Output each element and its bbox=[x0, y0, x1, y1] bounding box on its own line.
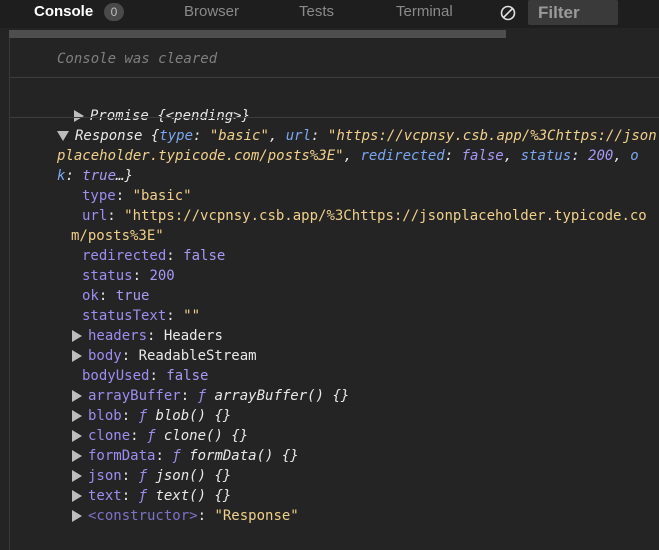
tab-terminal[interactable]: Terminal bbox=[396, 0, 453, 26]
console-cleared-message: Console was cleared bbox=[57, 51, 218, 67]
expand-arrow-icon[interactable] bbox=[72, 470, 82, 482]
prop-url: url: "https://vcpnsy.csb.app/%3Chttps://… bbox=[82, 208, 647, 224]
prop-arrayBuffer[interactable]: arrayBuffer: ƒ arrayBuffer() {} bbox=[72, 386, 349, 406]
collapse-arrow-icon[interactable] bbox=[57, 131, 69, 141]
tab-console[interactable]: Console bbox=[34, 0, 93, 26]
horizontal-scrollbar[interactable] bbox=[9, 30, 506, 38]
prop-text[interactable]: text: ƒ text() {} bbox=[72, 486, 231, 506]
prop-constructor[interactable]: <constructor>: "Response" bbox=[72, 506, 299, 526]
expand-arrow-icon[interactable] bbox=[72, 350, 82, 362]
prop-bodyUsed: bodyUsed: false bbox=[82, 368, 209, 384]
prop-formData[interactable]: formData: ƒ formData() {} bbox=[72, 446, 299, 466]
prop-type: type: "basic" bbox=[82, 188, 192, 204]
devtools-tab-bar: Console 0 Browser Tests Terminal bbox=[0, 0, 659, 28]
expand-arrow-icon[interactable] bbox=[72, 430, 82, 442]
prop-redirected: redirected: false bbox=[82, 248, 226, 264]
prop-statusText: statusText: "" bbox=[82, 308, 201, 324]
expand-arrow-icon[interactable] bbox=[72, 490, 82, 502]
gutter-line bbox=[9, 38, 10, 550]
expand-arrow-icon[interactable] bbox=[72, 330, 82, 342]
divider bbox=[10, 117, 659, 118]
prop-ok: ok: true bbox=[82, 288, 150, 304]
prop-blob[interactable]: blob: ƒ blob() {} bbox=[72, 406, 231, 426]
tab-browser[interactable]: Browser bbox=[184, 0, 239, 26]
expand-arrow-icon[interactable] bbox=[72, 510, 82, 522]
tab-tests[interactable]: Tests bbox=[299, 0, 334, 26]
expand-arrow-icon[interactable] bbox=[73, 110, 84, 122]
filter-input[interactable] bbox=[528, 0, 618, 25]
prop-url-wrap: m/posts%3E" bbox=[71, 228, 164, 244]
prop-clone[interactable]: clone: ƒ clone() {} bbox=[72, 426, 248, 446]
response-summary-line-2: placeholder.typicode.com/posts%3E", redi… bbox=[57, 148, 639, 164]
prop-body[interactable]: body: ReadableStream bbox=[72, 346, 257, 366]
prop-status: status: 200 bbox=[82, 268, 175, 284]
response-summary-line-1[interactable]: Response {type: "basic", url: "https://v… bbox=[57, 126, 657, 146]
console-count-badge: 0 bbox=[104, 3, 124, 21]
prop-headers[interactable]: headers: Headers bbox=[72, 326, 223, 346]
promise-log-entry[interactable]: Promise {<pending>} bbox=[57, 86, 250, 126]
clear-console-icon[interactable] bbox=[500, 5, 516, 21]
divider bbox=[10, 77, 659, 78]
expand-arrow-icon[interactable] bbox=[72, 410, 82, 422]
prop-json[interactable]: json: ƒ json() {} bbox=[72, 466, 231, 486]
expand-arrow-icon[interactable] bbox=[72, 390, 82, 402]
response-summary-line-3: k: true…} bbox=[57, 168, 133, 184]
expand-arrow-icon[interactable] bbox=[72, 450, 82, 462]
